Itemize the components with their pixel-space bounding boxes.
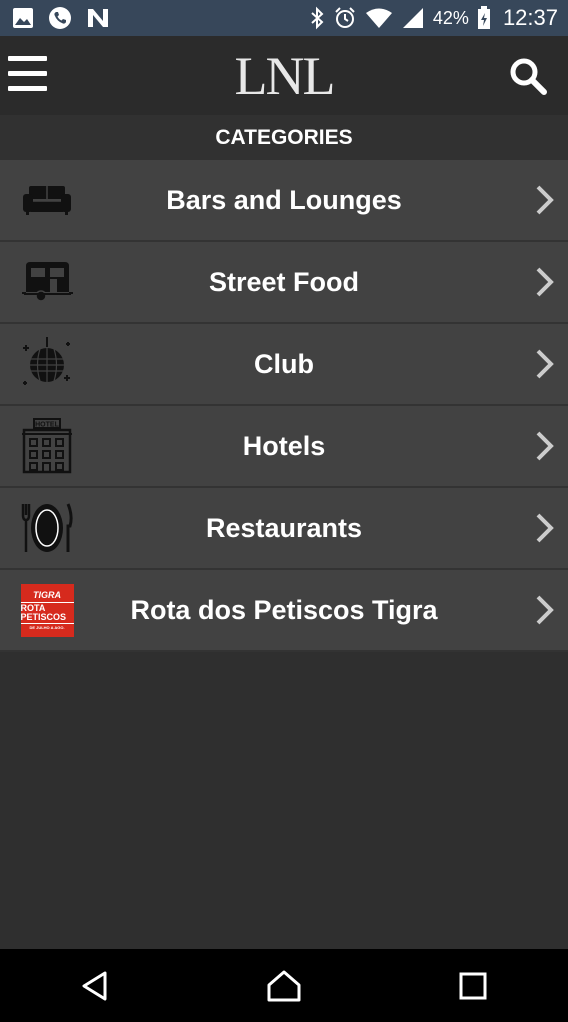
category-label: Rota dos Petiscos Tigra <box>130 595 438 625</box>
n-icon <box>88 9 108 27</box>
plate-cutlery-icon <box>20 498 74 558</box>
category-label: Bars and Lounges <box>166 185 402 215</box>
status-right: 42% 12:37 <box>309 5 558 31</box>
status-left <box>12 6 110 30</box>
back-icon[interactable] <box>65 956 125 1016</box>
hotel-icon: HOTEL <box>20 416 74 476</box>
category-row-hotels[interactable]: HOTEL Hotels <box>0 406 568 488</box>
disco-ball-icon <box>20 334 74 394</box>
sofa-icon <box>20 170 74 230</box>
battery-icon <box>477 6 490 29</box>
section-title: CATEGORIES <box>0 115 568 160</box>
image-icon <box>13 8 33 28</box>
chevron-right-icon <box>536 267 554 297</box>
wifi-icon <box>365 8 392 28</box>
bluetooth-icon <box>311 6 324 30</box>
status-bar: 42% 12:37 <box>0 0 568 36</box>
category-label: Street Food <box>208 267 359 297</box>
clock: 12:37 <box>502 5 558 30</box>
category-label: Club <box>254 349 314 379</box>
app-bar: LNL <box>0 36 568 115</box>
category-row-restaurants[interactable]: Restaurants <box>0 488 568 570</box>
category-row-rota-dos-petiscos-tigra[interactable]: TIGRA ROTA PETISCOS DE JULHO A AGO. Rota… <box>0 570 568 652</box>
signal-icon <box>402 8 423 28</box>
alarm-icon <box>335 7 355 28</box>
recent-apps-icon[interactable] <box>443 956 503 1016</box>
chevron-right-icon <box>536 185 554 215</box>
category-row-bars-and-lounges[interactable]: Bars and Lounges <box>0 160 568 242</box>
category-label: Restaurants <box>205 513 363 543</box>
home-icon[interactable] <box>254 956 314 1016</box>
svg-text:HOTEL: HOTEL <box>35 422 59 429</box>
rota-badge-logo: TIGRA ROTA PETISCOS DE JULHO A AGO. <box>20 580 74 640</box>
category-row-club[interactable]: Club <box>0 324 568 406</box>
search-icon[interactable] <box>508 56 548 96</box>
chevron-right-icon <box>536 349 554 379</box>
app-logo: LNL <box>234 46 336 106</box>
category-label: Hotels <box>242 431 326 461</box>
chevron-right-icon <box>536 513 554 543</box>
chevron-right-icon <box>536 595 554 625</box>
battery-percent: 42% <box>432 7 469 28</box>
chevron-right-icon <box>536 431 554 461</box>
category-row-street-food[interactable]: Street Food <box>0 242 568 324</box>
food-trailer-icon <box>20 252 74 312</box>
category-list: Bars and Lounges Street Food Club HOTEL … <box>0 160 568 652</box>
phone-icon <box>49 7 71 29</box>
system-nav-bar <box>0 949 568 1022</box>
